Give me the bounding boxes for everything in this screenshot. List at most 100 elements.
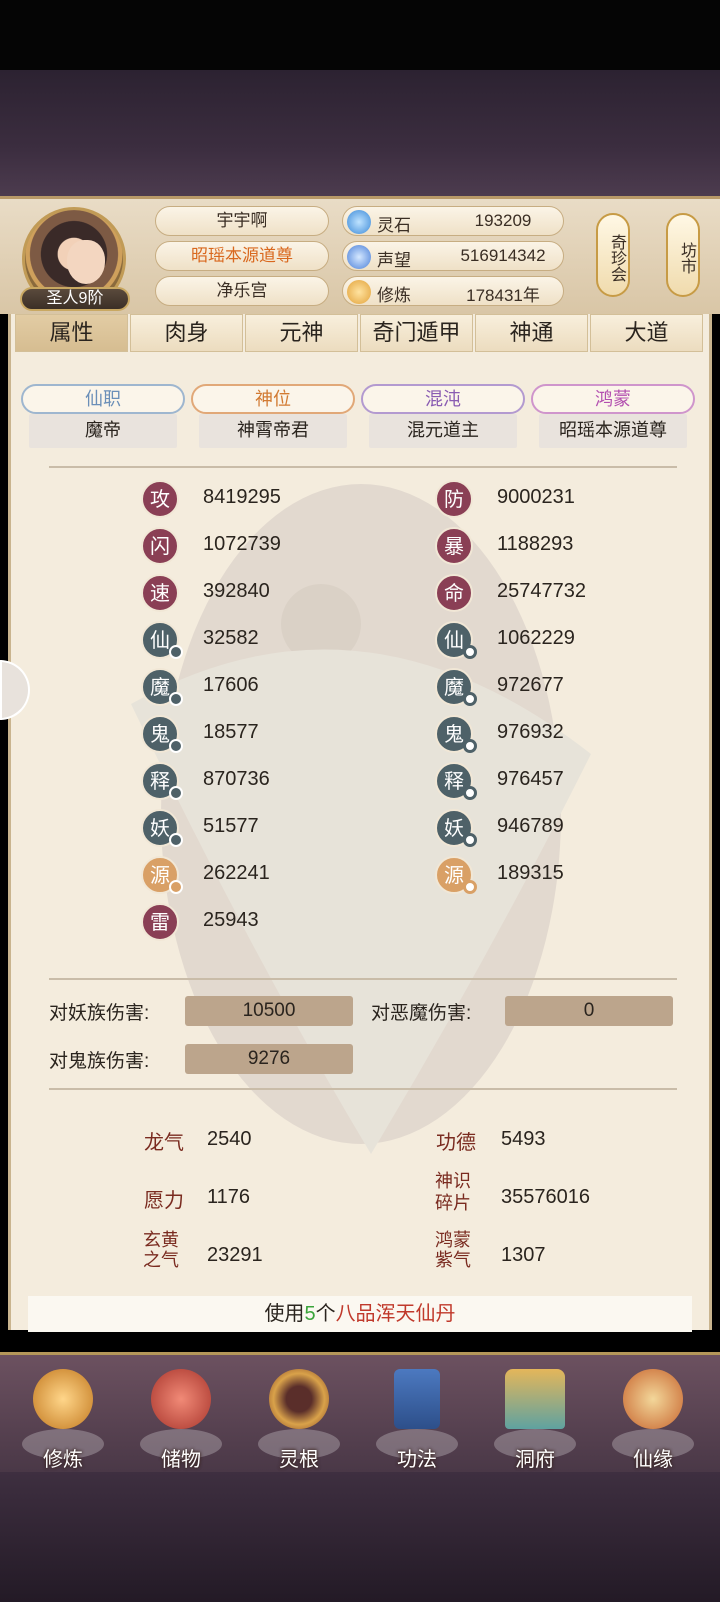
player-name: 宇宇啊 xyxy=(155,206,329,236)
bag-icon xyxy=(151,1369,211,1429)
rank-value: 神霄帝君 xyxy=(199,414,347,448)
rank-hongmeng[interactable]: 鸿蒙 昭瑶本源道尊 xyxy=(531,384,695,452)
stat-value: 9000231 xyxy=(497,486,575,508)
divine-sense-fragment-value: 35576016 xyxy=(501,1186,590,1208)
resource-cultivation: 修炼 178431年 xyxy=(342,276,564,306)
use-pill-bar[interactable]: 使用5个八品浑天仙丹 xyxy=(28,1296,692,1332)
stat-value: 1062229 xyxy=(497,627,575,649)
nav-cave-mansion[interactable]: 洞府 xyxy=(480,1355,590,1475)
book-icon xyxy=(394,1369,440,1429)
hongmeng-purple-qi-value: 1307 xyxy=(501,1244,546,1266)
rank-immortal-office[interactable]: 仙职 魔帝 xyxy=(21,384,185,452)
damage-demon-race-label: 对妖族伤害: xyxy=(49,1003,150,1024)
background-top xyxy=(0,70,720,198)
resource-spirit-stone: 灵石 193209 xyxy=(342,206,564,236)
divine-sense-fragment-label: 神识碎片 xyxy=(435,1171,471,1213)
rank-label: 神位 xyxy=(191,384,355,414)
nav-technique[interactable]: 功法 xyxy=(362,1355,472,1475)
stat-badge: 攻 xyxy=(141,480,179,518)
stat-value: 946789 xyxy=(497,815,564,837)
dragon-qi-label: 龙气 xyxy=(144,1132,184,1154)
will-power-value: 1176 xyxy=(207,1186,251,1208)
defense-indicator-icon xyxy=(463,880,477,894)
rank-label: 鸿蒙 xyxy=(531,384,695,414)
hongmeng-purple-qi-label: 鸿蒙紫气 xyxy=(435,1230,471,1270)
stat-value: 25747732 xyxy=(497,580,586,602)
nav-spirit-root[interactable]: 灵根 xyxy=(244,1355,354,1475)
tab-body[interactable]: 肉身 xyxy=(130,314,243,352)
use-item-name: 八品浑天仙丹 xyxy=(335,1303,456,1325)
player-header: 圣人9阶 宇宇啊 昭瑶本源道尊 净乐宫 灵石 193209 声望 5169143… xyxy=(0,196,720,314)
defense-indicator-icon xyxy=(463,645,477,659)
tab-soul[interactable]: 元神 xyxy=(245,314,358,352)
dragon-qi-value: 2540 xyxy=(207,1128,252,1150)
meditation-icon xyxy=(347,280,371,304)
spirit-stone-icon xyxy=(347,210,371,234)
damage-evil-value: 0 xyxy=(505,996,673,1026)
stat-value: 18577 xyxy=(203,721,259,743)
attack-indicator-icon xyxy=(169,645,183,659)
merit-label: 功德 xyxy=(436,1132,476,1154)
resource-label: 修炼 xyxy=(377,286,411,305)
stat-badge: 闪 xyxy=(141,527,179,565)
background-bottom xyxy=(0,1472,720,1602)
stat-value: 17606 xyxy=(203,674,259,696)
tab-attributes[interactable]: 属性 xyxy=(15,314,128,352)
cultivate-icon xyxy=(33,1369,93,1429)
nav-destiny[interactable]: 仙缘 xyxy=(598,1355,708,1475)
stat-value: 1072739 xyxy=(203,533,281,555)
rank-value: 魔帝 xyxy=(29,414,177,448)
stat-value: 189315 xyxy=(497,862,564,884)
attribute-tabs: 属性 肉身 元神 奇门遁甲 神通 大道 xyxy=(15,314,705,354)
attack-indicator-icon xyxy=(169,880,183,894)
tab-powers[interactable]: 神通 xyxy=(475,314,588,352)
resource-value: 516914342 xyxy=(460,246,546,265)
stat-badge: 雷 xyxy=(141,903,179,941)
nav-label: 洞府 xyxy=(515,1449,555,1471)
player-sect[interactable]: 净乐宫 xyxy=(155,276,329,306)
stat-value: 392840 xyxy=(203,580,270,602)
merit-value: 5493 xyxy=(501,1128,546,1150)
treasure-fair-button[interactable]: 奇珍会 xyxy=(596,213,630,297)
nav-cultivate[interactable]: 修炼 xyxy=(8,1355,118,1475)
resource-prestige: 声望 516914342 xyxy=(342,241,564,271)
tab-dao[interactable]: 大道 xyxy=(590,314,703,352)
stat-value: 8419295 xyxy=(203,486,281,508)
rank-divine-position[interactable]: 神位 神霄帝君 xyxy=(191,384,355,452)
nav-label: 仙缘 xyxy=(633,1449,673,1471)
defense-indicator-icon xyxy=(463,739,477,753)
player-title[interactable]: 昭瑶本源道尊 xyxy=(155,241,329,271)
divider xyxy=(49,978,677,980)
attack-indicator-icon xyxy=(169,833,183,847)
resource-label: 声望 xyxy=(377,251,411,270)
resource-value: 193209 xyxy=(474,211,532,230)
rank-value: 昭瑶本源道尊 xyxy=(539,414,687,448)
stat-value: 51577 xyxy=(203,815,259,837)
defense-indicator-icon xyxy=(463,786,477,800)
tab-qimen[interactable]: 奇门遁甲 xyxy=(360,314,473,352)
attack-indicator-icon xyxy=(169,786,183,800)
bottom-navigation: 修炼 储物 灵根 功法 洞府 仙缘 xyxy=(0,1352,720,1472)
will-power-label: 愿力 xyxy=(144,1190,184,1212)
rank-label: 仙职 xyxy=(21,384,185,414)
nav-label: 修炼 xyxy=(43,1449,83,1471)
attribute-panel: 属性 肉身 元神 奇门遁甲 神通 大道 仙职 魔帝 神位 神霄帝君 混沌 混元道… xyxy=(8,314,712,1330)
attack-indicator-icon xyxy=(169,739,183,753)
rank-label: 混沌 xyxy=(361,384,525,414)
stat-badge: 速 xyxy=(141,574,179,612)
defense-indicator-icon xyxy=(463,833,477,847)
rank-chaos[interactable]: 混沌 混元道主 xyxy=(361,384,525,452)
nav-storage[interactable]: 储物 xyxy=(126,1355,236,1475)
prestige-crystal-icon xyxy=(347,245,371,269)
stat-badge: 防 xyxy=(435,480,473,518)
rank-value: 混元道主 xyxy=(369,414,517,448)
xuanhuang-qi-value: 23291 xyxy=(207,1244,263,1266)
status-bar xyxy=(0,0,720,70)
nav-label: 储物 xyxy=(161,1449,201,1471)
avatar-face xyxy=(67,240,105,284)
stat-value: 25943 xyxy=(203,909,259,931)
stat-value: 1188293 xyxy=(497,533,574,555)
market-button[interactable]: 坊市 xyxy=(666,213,700,297)
spirit-root-icon xyxy=(269,1369,329,1429)
stat-value: 870736 xyxy=(203,768,270,790)
